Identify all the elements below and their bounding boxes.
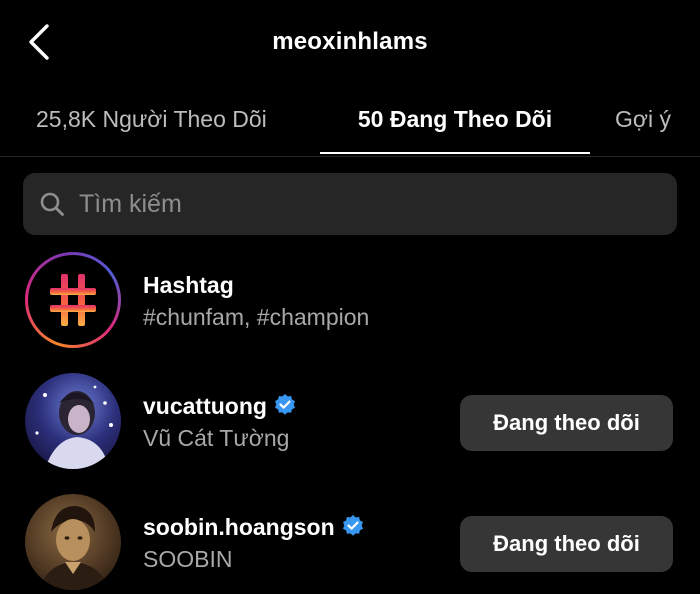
hashtag-list: #chunfam, #champion [143,304,370,330]
active-tab-indicator [320,152,590,154]
following-button[interactable]: Đang theo dõi [460,395,673,451]
follow-tabs: 25,8K Người Theo Dõi 50 Đang Theo Dõi Gợ… [0,90,700,157]
verified-badge-icon [274,394,295,415]
username-text: soobin.hoangson [143,514,335,540]
profile-username-title: meoxinhlams [272,28,428,55]
following-button[interactable]: Đang theo dõi [460,516,673,572]
avatar[interactable] [25,373,121,469]
search-icon [40,192,64,216]
hashtag-avatar [25,252,121,348]
username[interactable]: vucattuong [143,393,297,420]
search-bar[interactable] [23,173,677,235]
top-bar: meoxinhlams [0,0,700,90]
list-item-user[interactable]: vucattuong Vũ Cát Tường Đang theo dõi [0,373,700,473]
search-input[interactable] [79,173,659,235]
list-item-user[interactable]: soobin.hoangson SOOBIN Đang theo dõi [0,494,700,594]
avatar[interactable] [25,494,121,590]
tab-following[interactable]: 50 Đang Theo Dõi [320,90,590,154]
verified-badge-icon [342,515,363,536]
tab-suggested[interactable]: Gợi ý [615,90,671,154]
hashtag-icon [50,274,96,326]
user-photo [25,373,121,469]
username[interactable]: soobin.hoangson [143,514,365,541]
full-name: SOOBIN [143,546,233,572]
username-text: vucattuong [143,393,267,419]
user-photo [25,494,121,590]
list-item-hashtag[interactable]: Hashtag #chunfam, #champion [0,252,700,352]
hashtag-title: Hashtag [143,272,234,298]
tab-followers[interactable]: 25,8K Người Theo Dõi [36,90,267,154]
full-name: Vũ Cát Tường [143,425,290,451]
